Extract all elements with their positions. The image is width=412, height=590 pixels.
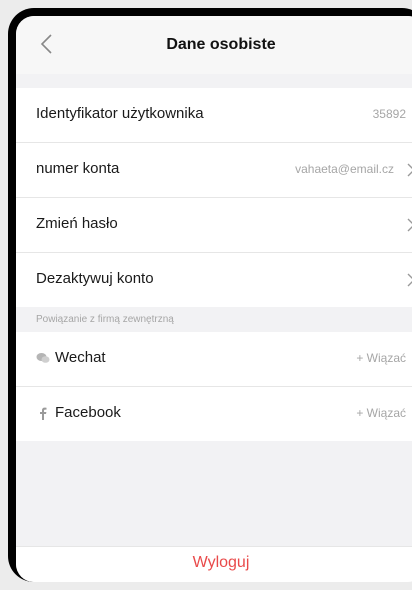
user-id-value: 35892 [372,107,406,121]
chevron-right-icon [407,163,412,177]
account-number-value: vahaeta@email.cz [295,162,394,176]
user-id-row: Identyfikator użytkownika 35892 [16,88,412,143]
third-party-section-header: Powiązanie z firmą zewnętrzną [16,308,412,332]
chevron-right-icon [407,273,412,287]
device-frame-background: Dane osobiste Identyfikator użytkownika … [0,0,412,590]
deactivate-account-label: Dezaktywuj konto [36,270,154,287]
wechat-label: Wechat [55,349,106,366]
facebook-bind-button[interactable]: + Wiązać [356,406,406,420]
change-password-row[interactable]: Zmień hasło [16,198,412,253]
user-id-label: Identyfikator użytkownika [36,105,204,122]
third-party-list: Wechat + Wiązać Facebook + Wiązać [16,332,412,441]
wechat-bind-button[interactable]: + Wiązać [356,351,406,365]
logout-button[interactable]: Wyloguj [16,554,412,572]
chevron-right-icon [407,218,412,232]
screen: Dane osobiste Identyfikator użytkownika … [16,16,412,582]
deactivate-account-row[interactable]: Dezaktywuj konto [16,253,412,307]
wechat-icon [36,353,50,363]
logout-bar: Wyloguj [16,546,412,582]
account-number-row[interactable]: numer konta vahaeta@email.cz [16,143,412,198]
change-password-label: Zmień hasło [36,215,118,232]
wechat-row[interactable]: Wechat + Wiązać [16,332,412,387]
account-number-label: numer konta [36,160,120,177]
third-party-section-title: Powiązanie z firmą zewnętrzną [36,314,174,325]
facebook-label: Facebook [55,404,121,421]
account-settings-list: Identyfikator użytkownika 35892 numer ko… [16,88,412,307]
facebook-icon [40,407,47,420]
navigation-bar: Dane osobiste [16,16,412,74]
facebook-row[interactable]: Facebook + Wiązać [16,387,412,441]
page-title: Dane osobiste [166,36,276,53]
